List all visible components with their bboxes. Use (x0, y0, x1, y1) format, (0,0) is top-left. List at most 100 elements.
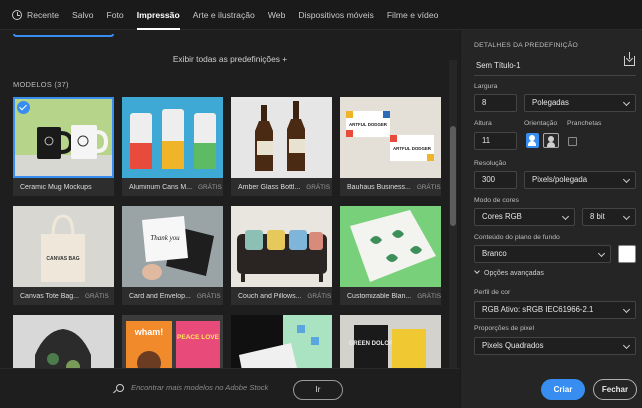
template-card-aluminum-cans[interactable]: Aluminum Cans M... GRÁTIS (122, 97, 223, 196)
width-label: Largura (474, 83, 498, 90)
resolution-input[interactable]: 300 (474, 171, 517, 189)
clock-icon (12, 9, 22, 20)
free-badge: GRÁTIS (416, 183, 441, 191)
template-caption: Couch and Pillows... GRÁTIS (231, 287, 332, 305)
bauhaus-card-text: ARTFUL DODGER (349, 122, 388, 127)
template-card-ceramic-mug[interactable]: Ceramic Mug Mockups (13, 97, 114, 196)
search-icon (116, 384, 124, 392)
poster-text-1: wham! (134, 327, 164, 337)
free-badge: GRÁTIS (196, 292, 221, 300)
tab-mobile[interactable]: Dispositivos móveis (298, 0, 373, 30)
models-header: MODELOS (37) (13, 80, 69, 89)
templates-scrollbar[interactable] (449, 60, 457, 390)
scrollbar-thumb[interactable] (450, 126, 456, 226)
height-label: Altura (474, 120, 492, 127)
template-caption: Bauhaus Business... GRÁTIS (340, 178, 441, 196)
chevron-down-icon (561, 212, 570, 221)
background-color-swatch[interactable] (618, 245, 636, 263)
bit-depth-select[interactable]: 8 bit (582, 208, 636, 226)
pixel-ratio-label: Proporções de pixel (474, 325, 535, 332)
height-input[interactable]: 11 (474, 132, 517, 150)
poster-text-2: PEACE LOVE (177, 334, 220, 341)
template-card-amber-bottles[interactable]: Amber Glass Bottl... GRÁTIS (231, 97, 332, 196)
template-card-couch-pillows[interactable]: Couch and Pillows... GRÁTIS (231, 206, 332, 305)
template-card-customizable-blanket[interactable]: Customizable Blan... GRÁTIS (340, 206, 441, 305)
tote-print-text: CANVAS BAG (46, 256, 79, 262)
free-badge: GRÁTIS (417, 292, 441, 300)
templates-area: Exibir todas as predefinições + MODELOS … (0, 30, 460, 408)
chevron-down-icon (597, 249, 606, 258)
close-button[interactable]: Fechar (593, 379, 637, 400)
background-select[interactable]: Branco (474, 245, 611, 263)
free-badge: GRÁTIS (307, 292, 332, 300)
pixel-ratio-select[interactable]: Pixels Quadrados (474, 337, 636, 355)
resolution-unit-select[interactable]: Pixels/polegada (524, 171, 636, 189)
free-badge: GRÁTIS (198, 183, 222, 191)
color-profile-select[interactable]: RGB Ativo: sRGB IEC61966-2.1 (474, 301, 636, 319)
template-name: Bauhaus Business... (347, 183, 411, 191)
template-name: Canvas Tote Bag... (20, 292, 80, 300)
template-thumbnail: Thank you (122, 206, 223, 287)
selected-check-icon (17, 101, 30, 114)
free-badge: GRÁTIS (306, 183, 331, 191)
create-button[interactable]: Criar (541, 379, 585, 400)
stock-search-input[interactable] (131, 383, 291, 392)
save-preset-icon[interactable] (624, 52, 635, 66)
tab-print[interactable]: Impressão (136, 0, 180, 30)
template-name: Card and Envelop... (129, 292, 191, 300)
selected-preset-edge (13, 34, 114, 37)
chevron-down-icon (622, 305, 631, 314)
template-thumbnail (122, 97, 223, 178)
portrait-orientation-icon[interactable] (526, 133, 539, 148)
category-tabs: Recente Salvo Foto Impressão Arte e ilus… (0, 0, 642, 30)
chevron-down-icon (622, 212, 631, 221)
name-underline (474, 75, 636, 76)
template-name: Couch and Pillows... (238, 292, 302, 300)
template-card-bauhaus-business[interactable]: ARTFUL DODGER ARTFUL DODGER Bauhaus Busi… (340, 97, 441, 196)
template-caption: Customizable Blan... GRÁTIS (340, 287, 441, 305)
template-thumbnail (340, 206, 441, 287)
template-caption: Canvas Tote Bag... GRÁTIS (13, 287, 114, 305)
tab-photo[interactable]: Foto (107, 0, 124, 30)
template-thumbnail: ARTFUL DODGER ARTFUL DODGER (340, 97, 441, 178)
chevron-down-icon (622, 175, 631, 184)
tab-recent[interactable]: Recente (12, 0, 59, 30)
chevron-down-icon (622, 98, 631, 107)
preset-details-panel: DETALHES DA PREDEFINIÇÃO Sem Título-1 La… (460, 30, 642, 408)
tab-web[interactable]: Web (268, 0, 286, 30)
template-caption: Card and Envelop... GRÁTIS (122, 287, 223, 305)
tab-film-video[interactable]: Filme e vídeo (387, 0, 439, 30)
template-name: Aluminum Cans M... (129, 183, 193, 191)
artboards-checkbox[interactable] (568, 137, 577, 146)
free-badge: GRÁTIS (85, 292, 109, 300)
template-thumbnail: CANVAS BAG (13, 206, 114, 287)
template-name: Customizable Blan... (347, 292, 412, 300)
template-caption: Aluminum Cans M... GRÁTIS (122, 178, 223, 196)
template-name: Ceramic Mug Mockups (20, 183, 92, 191)
orientation-label: Orientação (524, 120, 558, 127)
stock-search-bar: Ir (0, 368, 460, 408)
template-thumbnail (231, 97, 332, 178)
document-name-field[interactable]: Sem Título-1 (476, 61, 521, 70)
card-print-text: Thank you (150, 234, 180, 242)
tab-saved[interactable]: Salvo (72, 0, 94, 30)
color-mode-select[interactable]: Cores RGB (474, 208, 575, 226)
template-thumbnail (231, 206, 332, 287)
template-card-card-envelope[interactable]: Thank you Card and Envelop... GRÁTIS (122, 206, 223, 305)
artboards-label: Pranchetas (567, 120, 602, 127)
book-cover-text: GREEN DOLOR (349, 341, 394, 347)
color-mode-label: Modo de cores (474, 197, 519, 204)
search-go-button[interactable]: Ir (293, 380, 343, 400)
view-all-presets-link[interactable]: Exibir todas as predefinições + (0, 54, 460, 64)
tab-art-illustration[interactable]: Arte e ilustração (193, 0, 255, 30)
template-name: Amber Glass Bottl... (238, 183, 301, 191)
template-caption: Ceramic Mug Mockups (13, 178, 114, 196)
template-card-canvas-tote[interactable]: CANVAS BAG Canvas Tote Bag... GRÁTIS (13, 206, 114, 305)
width-input[interactable]: 8 (474, 94, 517, 112)
resolution-label: Resolução (474, 160, 507, 167)
advanced-options-toggle[interactable]: Opções avançadas (474, 268, 544, 277)
chevron-down-icon (474, 268, 480, 274)
width-unit-select[interactable]: Polegadas (524, 94, 636, 112)
background-label: Conteúdo do plano de fundo (474, 234, 560, 241)
landscape-orientation-icon[interactable] (543, 133, 559, 148)
